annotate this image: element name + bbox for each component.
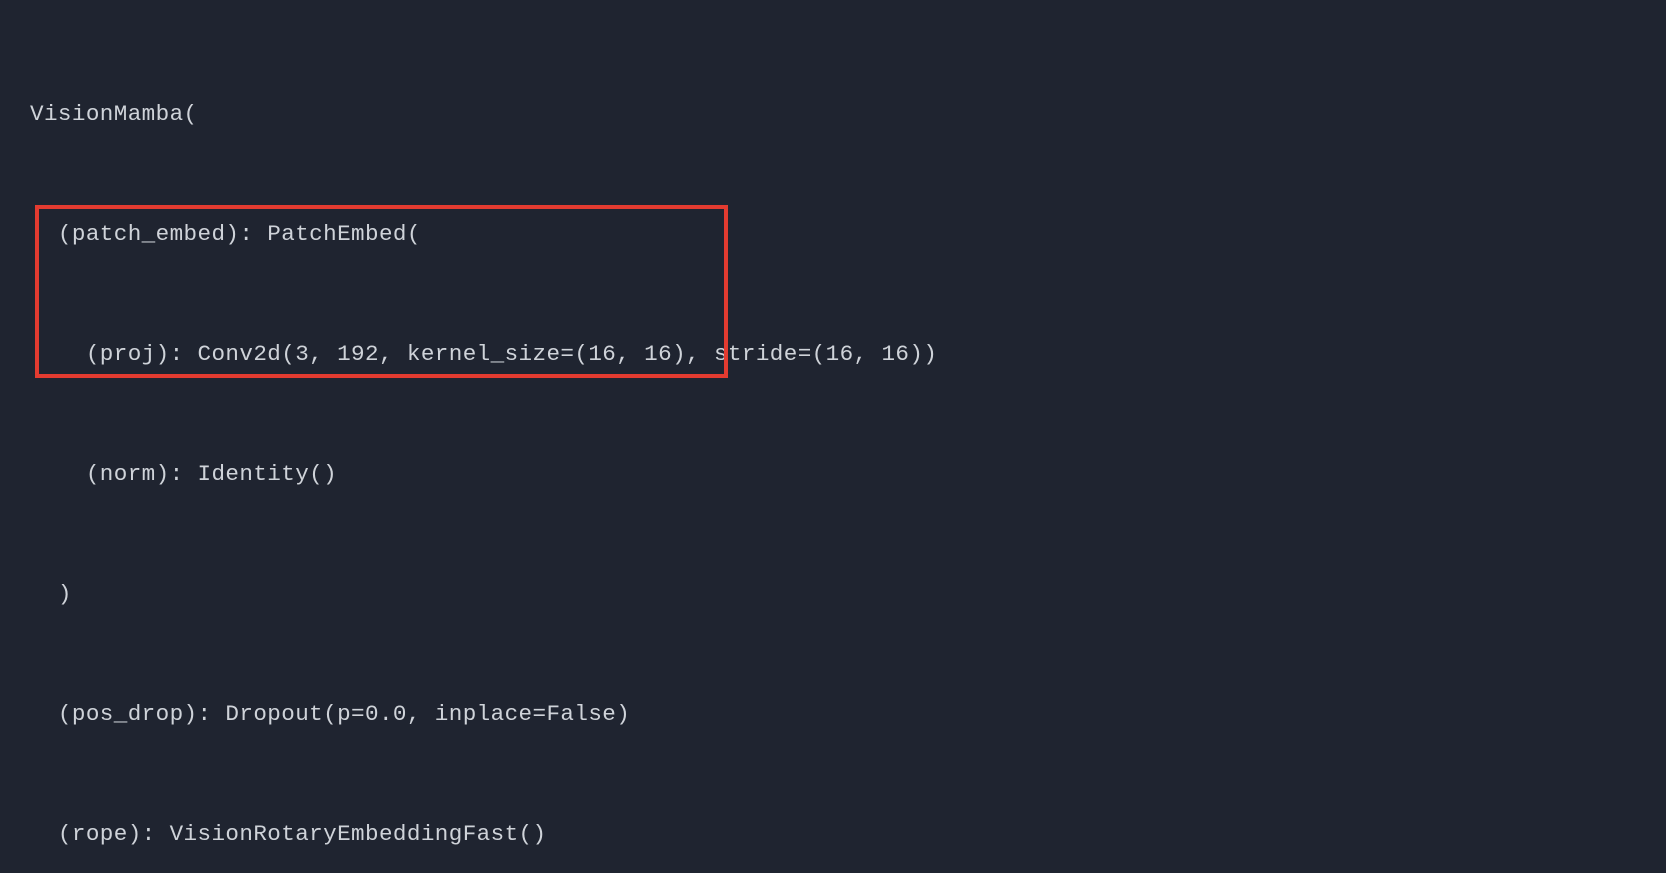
code-line[interactable]: VisionMamba( — [30, 94, 1666, 134]
code-line[interactable]: (pos_drop): Dropout(p=0.0, inplace=False… — [30, 694, 1666, 734]
code-line[interactable]: (proj): Conv2d(3, 192, kernel_size=(16, … — [30, 334, 1666, 374]
code-line[interactable]: ) — [30, 574, 1666, 614]
code-line[interactable]: (rope): VisionRotaryEmbeddingFast() — [30, 814, 1666, 854]
code-viewport[interactable]: VisionMamba( (patch_embed): PatchEmbed( … — [0, 0, 1666, 873]
code-line[interactable]: (patch_embed): PatchEmbed( — [30, 214, 1666, 254]
code-line[interactable]: (norm): Identity() — [30, 454, 1666, 494]
